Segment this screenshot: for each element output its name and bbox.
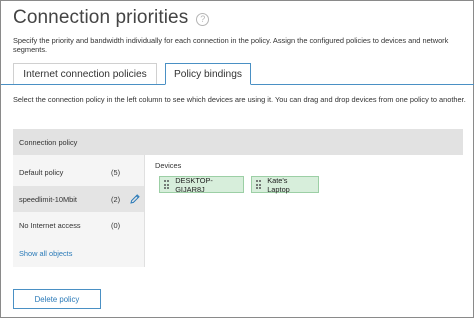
- policy-count: (5): [111, 167, 121, 177]
- policy-item-speedlimit[interactable]: speedlimit-10Mbit (2): [13, 186, 144, 212]
- device-name: Kate's Laptop: [267, 175, 290, 194]
- policy-count: (0): [111, 220, 121, 230]
- bindings-panel: Connection policy Default policy (5) spe…: [13, 129, 463, 267]
- pencil-icon[interactable]: [129, 193, 141, 205]
- policy-count: (2): [111, 194, 121, 204]
- app-frame: Connection priorities ? Specify the prio…: [0, 0, 474, 318]
- policy-name: No Internet access: [19, 220, 81, 230]
- help-icon[interactable]: ?: [196, 12, 210, 26]
- delete-policy-button[interactable]: Delete policy: [13, 289, 101, 309]
- devices-label: Devices: [155, 161, 182, 170]
- policy-list: Default policy (5) speedlimit-10Mbit (2)…: [13, 155, 144, 267]
- devices-area: Devices DESKTOP-GIJAR8J Kate's Laptop: [144, 155, 463, 267]
- tab-policy-bindings[interactable]: Policy bindings: [165, 63, 251, 85]
- device-chip[interactable]: DESKTOP-GIJAR8J: [159, 175, 244, 194]
- device-name: DESKTOP-GIJAR8J: [175, 175, 213, 194]
- policy-item-no-internet[interactable]: No Internet access (0): [13, 212, 144, 238]
- bindings-description: Select the connection policy in the left…: [13, 95, 466, 104]
- panel-header: Connection policy: [13, 129, 463, 155]
- drag-handle-icon[interactable]: [256, 180, 262, 189]
- tab-internet-connection-policies[interactable]: Internet connection policies: [13, 63, 157, 85]
- policy-name: Default policy: [19, 167, 64, 177]
- show-all-objects-link[interactable]: Show all objects: [19, 249, 72, 258]
- title-row: Connection priorities ?: [13, 7, 210, 29]
- page-title: Connection priorities: [13, 7, 189, 28]
- drag-handle-icon[interactable]: [164, 180, 170, 189]
- policy-name: speedlimit-10Mbit: [19, 194, 77, 204]
- policy-item-default[interactable]: Default policy (5): [13, 159, 144, 185]
- intro-text: Specify the priority and bandwidth indiv…: [13, 36, 449, 55]
- device-chip[interactable]: Kate's Laptop: [251, 175, 319, 194]
